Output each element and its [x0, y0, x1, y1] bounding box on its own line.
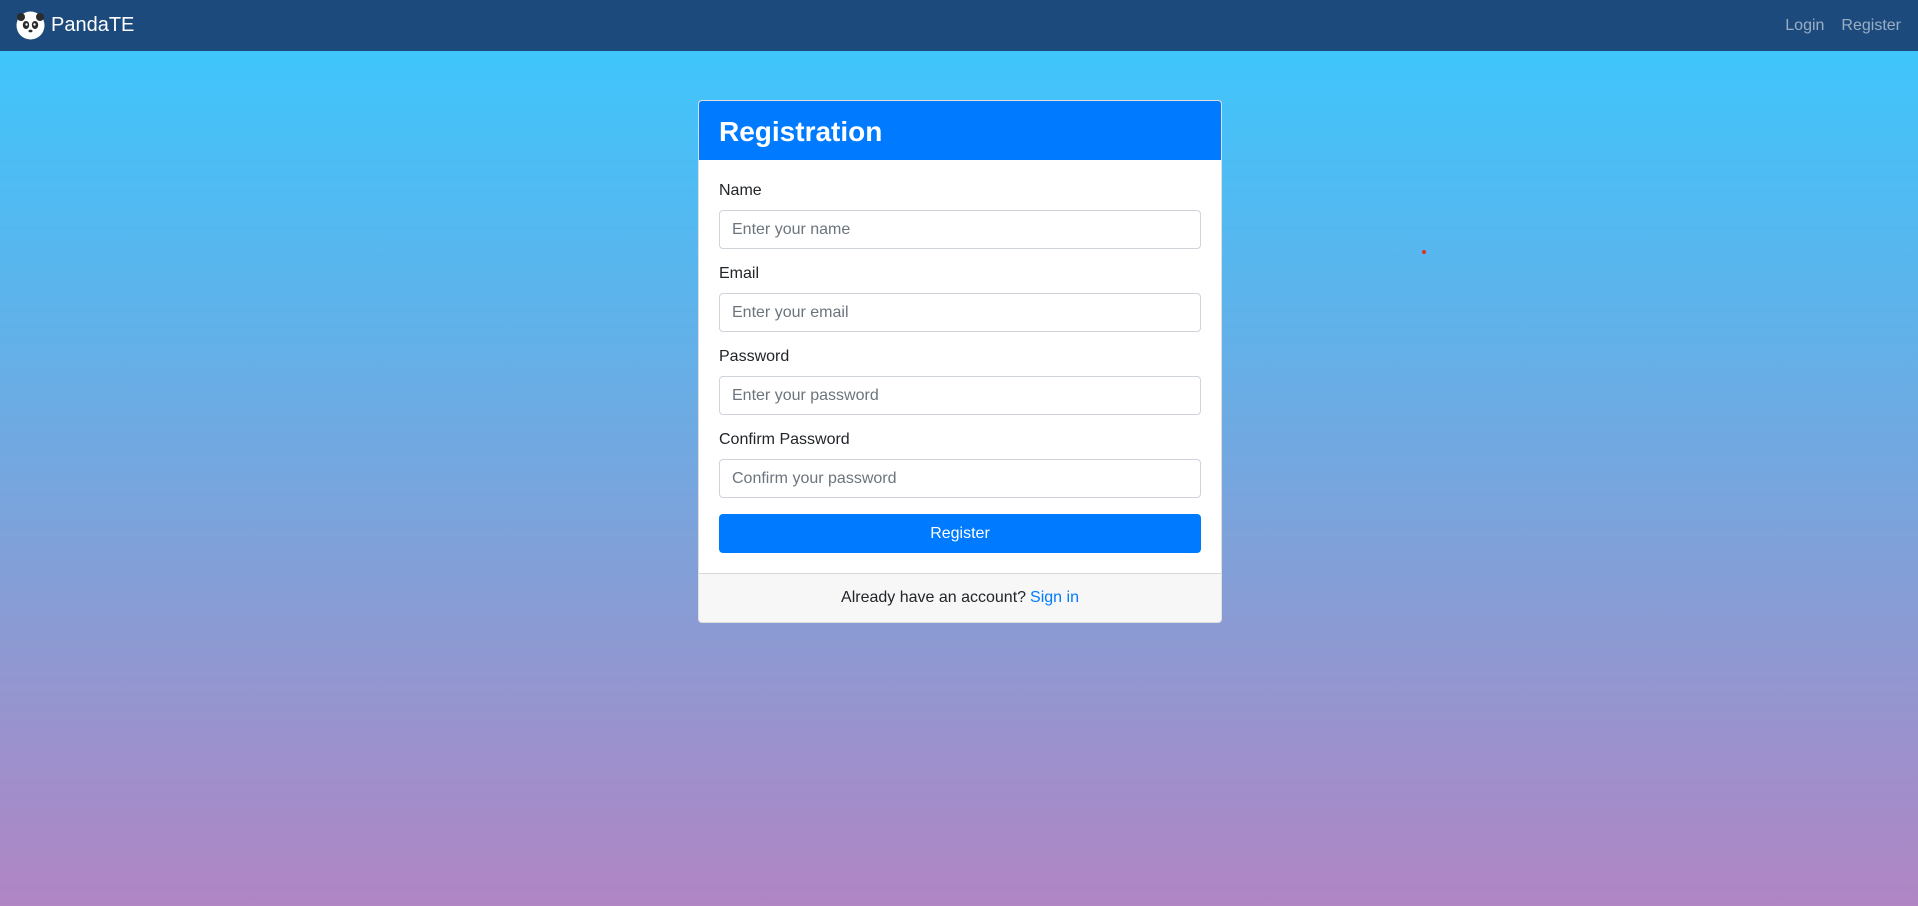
- brand-link[interactable]: PandaTE: [16, 11, 134, 40]
- nav-register-link[interactable]: Register: [1841, 17, 1901, 35]
- registration-form: Name Email Password Confirm Password Reg…: [699, 160, 1221, 573]
- cursor-dot: [1422, 250, 1426, 254]
- nav-login-link[interactable]: Login: [1785, 17, 1824, 35]
- name-input[interactable]: [719, 210, 1201, 249]
- card-title: Registration: [719, 116, 883, 147]
- nav-links: Login Register: [1768, 17, 1901, 35]
- card-header: Registration: [699, 101, 1221, 160]
- confirm-password-input[interactable]: [719, 459, 1201, 498]
- password-input[interactable]: [719, 376, 1201, 415]
- confirm-password-label: Confirm Password: [719, 431, 850, 448]
- name-group: Name: [719, 182, 1201, 249]
- register-button[interactable]: Register: [719, 514, 1201, 553]
- top-navbar: PandaTE Login Register: [0, 0, 1918, 51]
- email-input[interactable]: [719, 293, 1201, 332]
- password-label: Password: [719, 348, 790, 365]
- confirm-password-group: Confirm Password: [719, 431, 1201, 498]
- name-label: Name: [719, 182, 762, 199]
- registration-card: Registration Name Email Password Confirm…: [698, 100, 1222, 623]
- brand-name: PandaTE: [51, 14, 135, 36]
- card-footer: Already have an account? Sign in: [699, 573, 1221, 622]
- email-label: Email: [719, 265, 760, 282]
- password-group: Password: [719, 348, 1201, 415]
- email-group: Email: [719, 265, 1201, 332]
- sign-in-link[interactable]: Sign in: [1030, 589, 1079, 607]
- footer-text: Already have an account?: [841, 589, 1027, 606]
- panda-icon: [16, 11, 45, 40]
